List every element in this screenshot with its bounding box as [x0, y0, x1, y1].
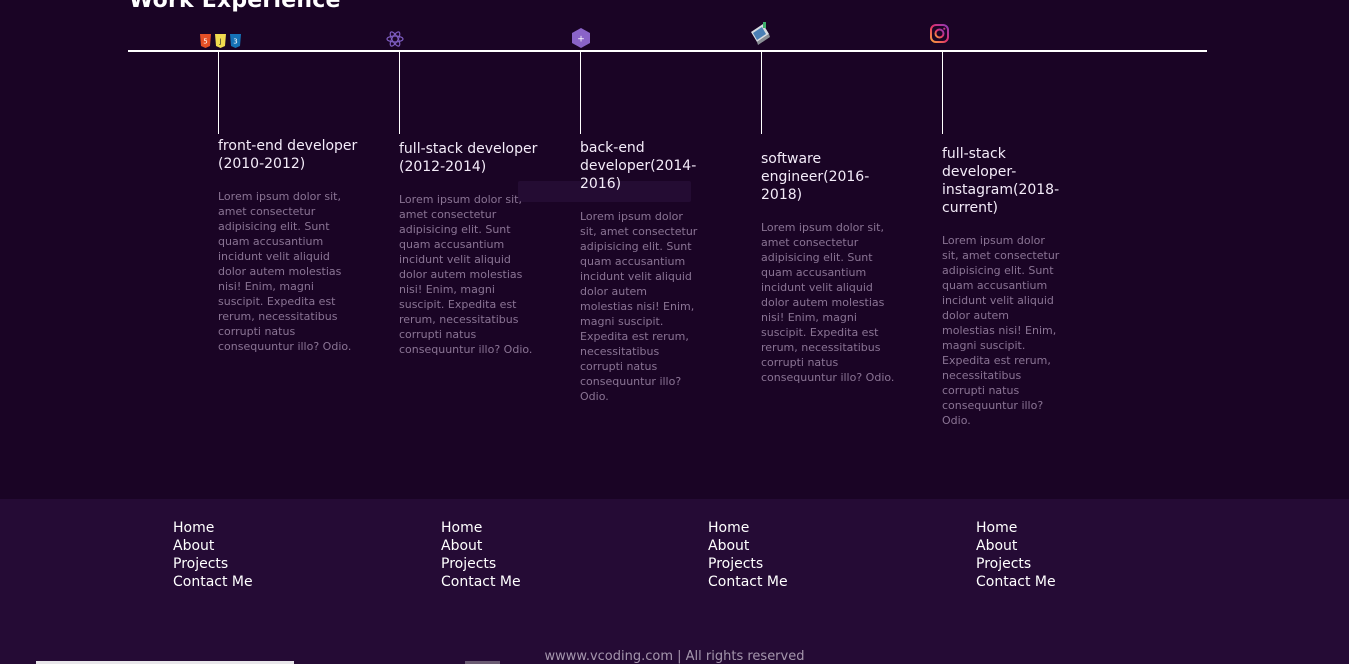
footer-nav-column: Home About Projects Contact Me — [708, 519, 788, 591]
timeline-entry: full-stack developer-instagram(2018-curr… — [942, 145, 1064, 428]
entry-description: Lorem ipsum dolor sit, amet consectetur … — [218, 190, 352, 353]
timeline-connector — [761, 52, 762, 134]
footer-link-home[interactable]: Home — [173, 519, 253, 537]
timeline-connector — [580, 52, 581, 134]
section-title: Work Experience — [129, 0, 341, 13]
footer: Home About Projects Contact Me Home Abou… — [0, 499, 1349, 664]
footer-nav-column: Home About Projects Contact Me — [441, 519, 521, 591]
footer-link-contact[interactable]: Contact Me — [441, 573, 521, 591]
footer-link-contact[interactable]: Contact Me — [173, 573, 253, 591]
svg-text:5: 5 — [203, 38, 207, 46]
timeline-connector — [942, 52, 943, 134]
entry-description: Lorem ipsum dolor sit, amet consectetur … — [761, 221, 895, 384]
footer-link-home[interactable]: Home — [708, 519, 788, 537]
entry-role: full-stack developer-instagram(2018-curr… — [942, 146, 1060, 216]
footer-link-contact[interactable]: Contact Me — [976, 573, 1056, 591]
timeline-connector — [218, 52, 219, 134]
footer-link-about[interactable]: About — [173, 537, 253, 555]
timeline-connector — [399, 52, 400, 134]
footer-link-projects[interactable]: Projects — [708, 555, 788, 573]
timeline-entry: back-end developer(2014-2016) Lorem ipsu… — [580, 139, 700, 404]
entry-role: software engineer(2016-2018) — [761, 151, 870, 203]
timeline-line — [128, 50, 1207, 52]
php-icon: + — [571, 28, 591, 52]
entry-description: Lorem ipsum dolor sit, amet consectetur … — [580, 210, 698, 403]
software-icon — [749, 22, 771, 50]
footer-link-about[interactable]: About — [976, 537, 1056, 555]
entry-role: front-end developer (2010-2012) — [218, 138, 358, 172]
entry-role: full-stack developer (2012-2014) — [399, 141, 538, 175]
footer-link-projects[interactable]: Projects — [173, 555, 253, 573]
timeline-entry: front-end developer (2010-2012) Lorem ip… — [218, 137, 358, 354]
footer-link-home[interactable]: Home — [441, 519, 521, 537]
svg-text:+: + — [577, 35, 585, 45]
footer-link-home[interactable]: Home — [976, 519, 1056, 537]
footer-nav-column: Home About Projects Contact Me — [173, 519, 253, 591]
entry-description: Lorem ipsum dolor sit, amet consectetur … — [399, 193, 533, 356]
timeline-entry: full-stack developer (2012-2014) Lorem i… — [399, 140, 539, 357]
footer-link-about[interactable]: About — [441, 537, 521, 555]
svg-text:J: J — [218, 38, 221, 46]
react-icon — [386, 30, 404, 52]
timeline-entry: software engineer(2016-2018) Lorem ipsum… — [761, 150, 901, 385]
footer-link-projects[interactable]: Projects — [976, 555, 1056, 573]
footer-nav-column: Home About Projects Contact Me — [976, 519, 1056, 591]
entry-description: Lorem ipsum dolor sit, amet consectetur … — [942, 234, 1060, 427]
html-css-js-icon: 5 J 3 — [199, 33, 243, 52]
footer-link-about[interactable]: About — [708, 537, 788, 555]
footer-link-projects[interactable]: Projects — [441, 555, 521, 573]
instagram-icon — [930, 24, 949, 47]
svg-text:3: 3 — [233, 38, 237, 46]
entry-role: back-end developer(2014-2016) — [580, 140, 697, 192]
footer-link-contact[interactable]: Contact Me — [708, 573, 788, 591]
